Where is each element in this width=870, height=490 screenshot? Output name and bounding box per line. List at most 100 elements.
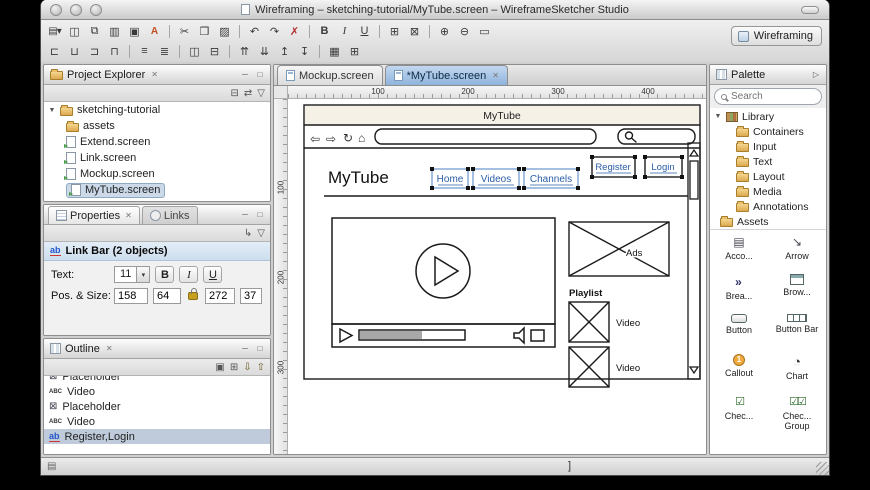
- move-up-button[interactable]: ⇧: [257, 362, 265, 373]
- outline-item-placeholder[interactable]: ⊠ Placeholder: [44, 376, 270, 384]
- palette-item-button[interactable]: Button: [710, 314, 768, 354]
- palette-item-accordion[interactable]: ▤ Acco...: [710, 234, 768, 274]
- close-icon[interactable]: ✕: [125, 211, 132, 220]
- palette-tree-containers[interactable]: Containers: [710, 124, 826, 139]
- outline-item-video[interactable]: ABC Video: [44, 384, 270, 399]
- editor-tab-mytube[interactable]: *MyTube.screen ✕: [384, 65, 508, 85]
- new-wireframe-button[interactable]: ▤▾: [45, 23, 64, 40]
- view-menu-button[interactable]: ▽: [257, 88, 265, 99]
- maximize-view-button[interactable]: □: [254, 210, 266, 219]
- raise-button[interactable]: ↥: [275, 43, 294, 60]
- tab-links[interactable]: Links: [141, 206, 198, 224]
- italic-toggle-button[interactable]: I: [179, 266, 199, 283]
- tree-item-project[interactable]: ▼ sketching-tutorial: [44, 102, 270, 118]
- link-with-editor-button[interactable]: ⇄: [244, 88, 252, 99]
- tree-item-mytube-screen[interactable]: MyTube.screen: [44, 182, 270, 198]
- italic-button[interactable]: I: [335, 23, 354, 40]
- collapse-all-button[interactable]: ⊟: [231, 88, 239, 99]
- perspective-button-wireframing[interactable]: Wireframing: [730, 26, 822, 46]
- underline-toggle-button[interactable]: U: [203, 266, 223, 283]
- lock-aspect-icon[interactable]: [188, 288, 198, 300]
- export-image-button[interactable]: ▣: [125, 23, 144, 40]
- close-window-button[interactable]: [50, 4, 62, 16]
- palette-item-button-bar[interactable]: Button Bar: [768, 314, 826, 354]
- bring-forward-button[interactable]: ⇈: [235, 43, 254, 60]
- undo-button[interactable]: ↶: [245, 23, 264, 40]
- send-backward-button[interactable]: ⇊: [255, 43, 274, 60]
- tab-properties[interactable]: Properties ✕: [48, 206, 140, 224]
- register-button[interactable]: Register: [595, 162, 630, 173]
- view-menu-button[interactable]: ▽: [257, 228, 265, 239]
- bold-button[interactable]: B: [315, 23, 334, 40]
- bold-toggle-button[interactable]: B: [155, 266, 175, 283]
- grid-toggle-button[interactable]: ▦: [325, 43, 344, 60]
- palette-tree-input[interactable]: Input: [710, 139, 826, 154]
- tree-item-mockup-screen[interactable]: Mockup.screen: [44, 166, 270, 182]
- nav-link-videos[interactable]: Videos: [481, 174, 511, 185]
- distribute-h-button[interactable]: ≡: [135, 43, 154, 60]
- close-icon[interactable]: ✕: [106, 344, 113, 353]
- align-left-button[interactable]: ⊏: [45, 43, 64, 60]
- height-field[interactable]: [240, 288, 262, 304]
- search-input[interactable]: [731, 91, 811, 102]
- match-height-button[interactable]: ⊟: [205, 43, 224, 60]
- move-down-button[interactable]: ⇩: [243, 362, 251, 373]
- save-all-button[interactable]: ⧉: [85, 23, 104, 40]
- pin-view-button[interactable]: ↳: [244, 228, 252, 239]
- maximize-view-button[interactable]: □: [254, 344, 266, 353]
- x-field[interactable]: [114, 288, 148, 304]
- lock-button[interactable]: ⊠: [405, 23, 424, 40]
- match-width-button[interactable]: ◫: [185, 43, 204, 60]
- close-icon[interactable]: ✕: [151, 70, 158, 79]
- align-right-button[interactable]: ⊐: [85, 43, 104, 60]
- palette-item-arrow[interactable]: ↘ Arrow: [768, 234, 826, 274]
- palette-item-breadcrumb[interactable]: » Brea...: [710, 274, 768, 314]
- close-icon[interactable]: ✕: [492, 71, 499, 80]
- save-button[interactable]: ◫: [65, 23, 84, 40]
- align-top-button[interactable]: ⊓: [105, 43, 124, 60]
- outline-item-video[interactable]: ABC Video: [44, 414, 270, 429]
- y-field[interactable]: [153, 288, 181, 304]
- palette-tree-media[interactable]: Media: [710, 184, 826, 199]
- zoom-in-button[interactable]: ⊕: [435, 23, 454, 40]
- thumbnail-view-button[interactable]: ▣: [215, 362, 224, 373]
- palette-tree-assets[interactable]: Assets: [710, 214, 826, 229]
- tree-item-assets[interactable]: assets: [44, 118, 270, 134]
- cut-button[interactable]: ✂: [175, 23, 194, 40]
- palette-tree-annotations[interactable]: Annotations: [710, 199, 826, 214]
- tab-outline[interactable]: Outline ✕: [48, 343, 115, 355]
- zoom-out-button[interactable]: ⊖: [455, 23, 474, 40]
- login-button[interactable]: Login: [651, 162, 674, 173]
- palette-tree-text[interactable]: Text: [710, 154, 826, 169]
- palette-item-browser[interactable]: Brow...: [768, 274, 826, 314]
- palette-tree-layout[interactable]: Layout: [710, 169, 826, 184]
- paste-button[interactable]: ▨: [215, 23, 234, 40]
- minimize-view-button[interactable]: ─: [239, 344, 251, 353]
- palette-search[interactable]: [714, 88, 822, 105]
- palette-item-checkbox[interactable]: ☑ Chec...: [710, 394, 768, 434]
- maximize-view-button[interactable]: □: [254, 70, 266, 79]
- distribute-v-button[interactable]: ≣: [155, 43, 174, 60]
- minimize-view-button[interactable]: ─: [239, 70, 251, 79]
- expand-arrow-icon[interactable]: ▼: [714, 113, 722, 120]
- palette-item-checkbox-group[interactable]: ☑☑ Chec... Group: [768, 394, 826, 434]
- mockup-logo-text[interactable]: MyTube: [328, 168, 389, 187]
- nav-link-channels[interactable]: Channels: [530, 174, 572, 185]
- palette-item-callout[interactable]: 1 Callout: [710, 354, 768, 394]
- lower-button[interactable]: ↧: [295, 43, 314, 60]
- tab-palette[interactable]: Palette: [714, 69, 767, 81]
- tree-item-link-screen[interactable]: Link.screen: [44, 150, 270, 166]
- zoom-window-button[interactable]: [90, 4, 102, 16]
- outline-item-placeholder[interactable]: ⊠ Placeholder: [44, 399, 270, 414]
- list-view-button[interactable]: ⊞: [230, 362, 238, 373]
- expand-arrow-icon[interactable]: ▼: [48, 107, 56, 114]
- resize-grip[interactable]: [816, 462, 829, 475]
- underline-button[interactable]: U: [355, 23, 374, 40]
- font-size-combo[interactable]: 11 ▾: [114, 266, 151, 283]
- pin-palette-button[interactable]: ▷: [810, 70, 822, 79]
- tree-item-extend-screen[interactable]: Extend.screen: [44, 134, 270, 150]
- palette-tree-library[interactable]: ▼ Library: [710, 109, 826, 124]
- outline-item-register-login[interactable]: ab Register,Login: [44, 429, 270, 444]
- align-bottom-button[interactable]: ⊔: [65, 43, 84, 60]
- export-pdf-button[interactable]: A: [145, 23, 164, 40]
